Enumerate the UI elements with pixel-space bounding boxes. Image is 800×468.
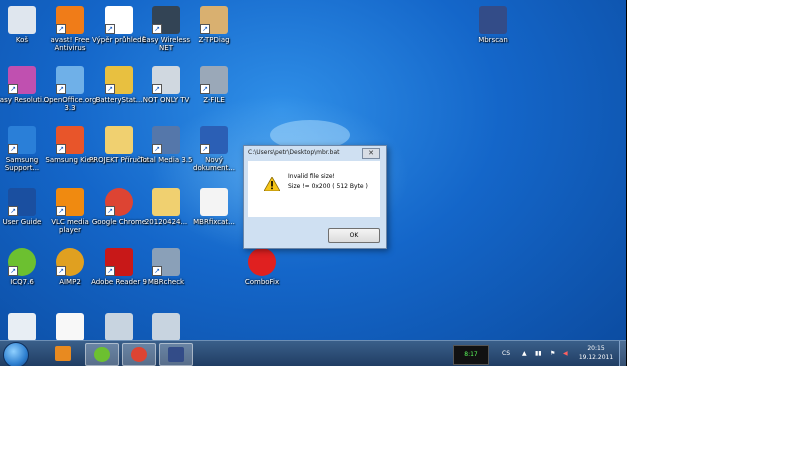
wireless-icon: ↗ [152, 6, 180, 34]
desktop-icon-label: MBRcheck [147, 278, 185, 286]
word-document-icon: ↗ [200, 126, 228, 154]
language-indicator[interactable]: CS [502, 350, 510, 357]
settings-file-icon [8, 313, 36, 341]
desktop-icon[interactable]: ↗ Z-FILE [184, 66, 244, 104]
warning-icon [264, 177, 280, 191]
show-desktop-button[interactable] [619, 341, 626, 366]
screen-edge [626, 0, 627, 366]
clock-date: 19.12.2011 [578, 354, 614, 361]
aimp-icon: ↗ [56, 248, 84, 276]
dialog-body: Invalid file size! Size != 0x200 ( 512 B… [248, 161, 380, 217]
error-dialog: C:\Users\petr\Desktop\mbr.bat ✕ Invalid … [243, 145, 387, 249]
desktop-icon-label: Mbrscan [478, 36, 508, 44]
mbrscan-icon [479, 6, 507, 34]
ok-button[interactable]: OK [328, 228, 380, 243]
kies-icon: ↗ [56, 126, 84, 154]
folder-icon [152, 188, 180, 216]
desktop-icon[interactable]: ↗ Nový dokument... [184, 126, 244, 172]
total-media-icon: ↗ [152, 126, 180, 154]
avast-icon: ↗ [56, 6, 84, 34]
adobe-reader-icon: ↗ [105, 248, 133, 276]
taskbar-button-icq[interactable] [85, 343, 119, 366]
close-button[interactable]: ✕ [362, 148, 380, 159]
battery-icon: ↗ [105, 66, 133, 94]
taskbar-button-mbrscan[interactable] [159, 343, 193, 366]
mbrscan-icon [168, 347, 184, 362]
user-guide-icon: ↗ [8, 188, 36, 216]
desktop-icon-label: Z-TPDiag [198, 36, 230, 44]
openoffice-icon: ↗ [56, 66, 84, 94]
message-line: Size != 0x200 ( 512 Byte ) [288, 183, 368, 190]
action-center-flag-icon[interactable]: ⚑ [550, 350, 555, 357]
text-file-icon [200, 188, 228, 216]
tv-icon: ↗ [152, 66, 180, 94]
network-icon[interactable]: ▮▮ [535, 350, 542, 357]
gear-config-icon [105, 313, 133, 341]
combofix-icon [248, 248, 276, 276]
display-settings-icon: ↗ [8, 66, 36, 94]
folder-icon [105, 126, 133, 154]
taskbar-button-chrome[interactable] [122, 343, 156, 366]
icq-flower-icon: ↗ [8, 248, 36, 276]
recycle-bin-icon [8, 6, 36, 34]
dialog-message: Invalid file size! Size != 0x200 ( 512 B… [288, 172, 368, 192]
diag-tool-icon: ↗ [200, 6, 228, 34]
desktop-icon[interactable]: ↗ MBRcheck [136, 248, 196, 286]
desktop-icon[interactable]: Mbrscan [463, 6, 523, 44]
vlc-icon: ↗ [56, 188, 84, 216]
clock-time: 20:15 [587, 345, 605, 352]
desktop-icon-label: ComboFix [244, 278, 280, 286]
desktop-icon-label: Z-FILE [203, 96, 225, 104]
desktop-icon[interactable] [136, 313, 196, 341]
file-tool-icon: ↗ [200, 66, 228, 94]
tray-app-indicator[interactable]: 8:17 [453, 345, 489, 365]
icq-flower-icon [94, 347, 110, 362]
desktop-icon[interactable]: ComboFix [232, 248, 292, 286]
message-line: Invalid file size! [288, 173, 335, 180]
chrome-icon: ↗ [105, 188, 133, 216]
chrome-icon [131, 347, 147, 362]
samsung-globe-icon: ↗ [8, 126, 36, 154]
desktop-icon-label: Nový dokument... [193, 156, 235, 172]
gear-config-icon [152, 313, 180, 341]
desktop: Koš ↗ avast! Free Antivirus ↗ Výpěr průh… [0, 0, 626, 366]
taskbar: 8:17 CS ▲ ▮▮ ⚑ ◀ 20:15 19.12.2011 [0, 340, 626, 366]
system-clock[interactable]: 20:15 19.12.2011 [576, 344, 616, 362]
desktop-icon-label: MBRfixcat... [193, 218, 235, 226]
desktop-icon[interactable]: MBRfixcat... [184, 188, 244, 226]
media-player-icon [55, 346, 71, 361]
document-list-icon: ↗ [105, 6, 133, 34]
mbrcheck-icon: ↗ [152, 248, 180, 276]
taskbar-button-media-player[interactable] [47, 343, 79, 364]
volume-icon[interactable]: ◀ [563, 350, 568, 357]
blank-file-icon [56, 313, 84, 341]
start-button[interactable] [3, 342, 29, 366]
show-hidden-icons-button[interactable]: ▲ [522, 350, 527, 357]
desktop-icon[interactable]: ↗ Z-TPDiag [184, 6, 244, 44]
